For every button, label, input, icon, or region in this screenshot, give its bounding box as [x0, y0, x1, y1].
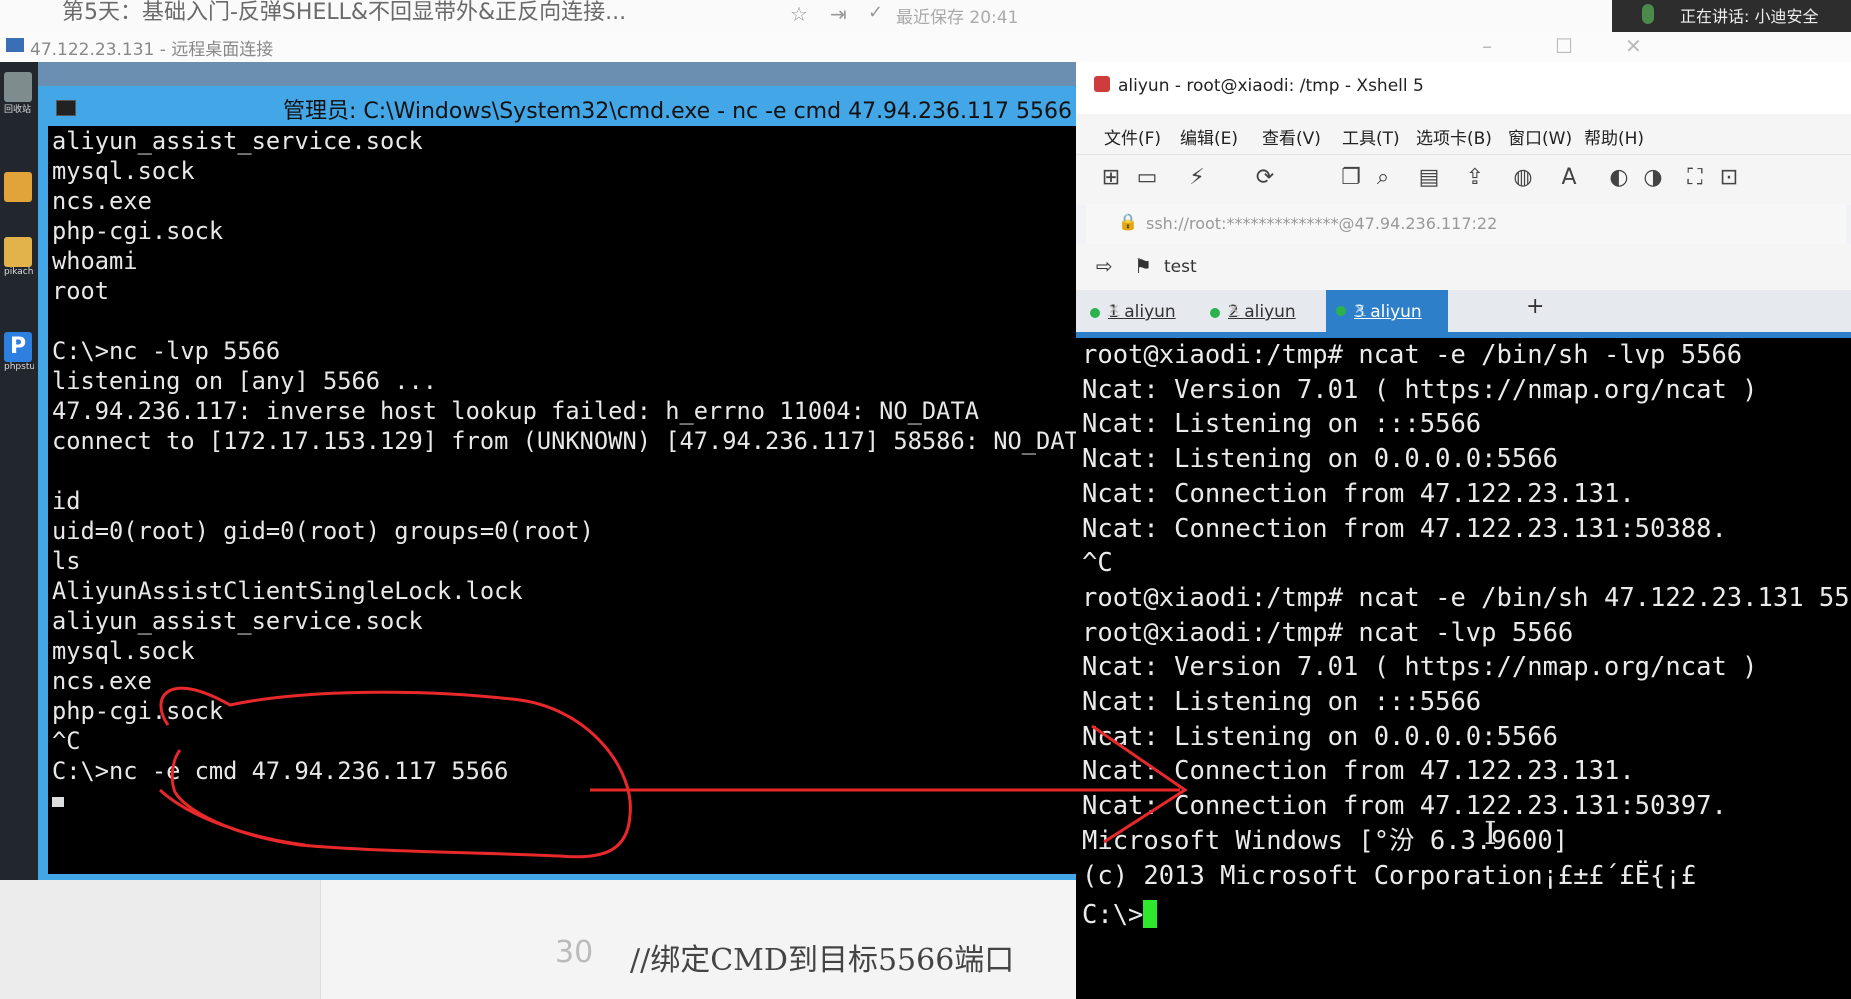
annotation-circle	[159, 686, 632, 859]
hand-drawn-annotation	[158, 686, 1188, 859]
annotation-stroke	[158, 788, 306, 847]
annotation-arrow-head	[1091, 724, 1188, 844]
